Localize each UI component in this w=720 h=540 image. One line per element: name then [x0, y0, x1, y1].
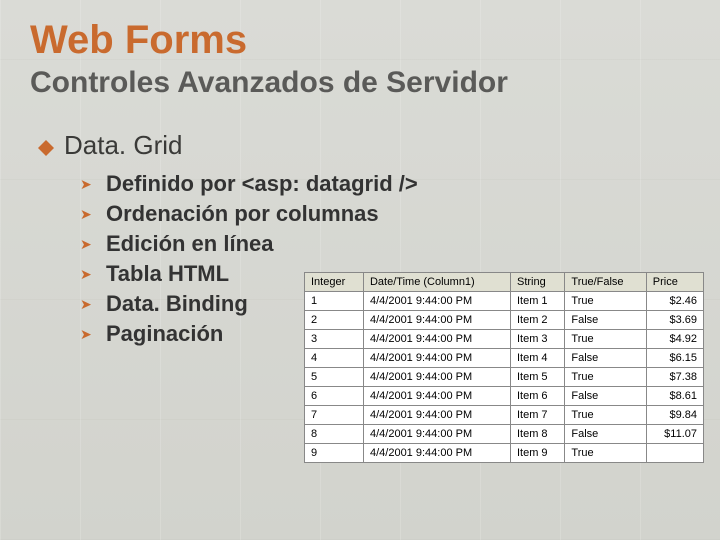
- table-cell: 4/4/2001 9:44:00 PM: [363, 444, 510, 463]
- diamond-bullet-icon: [38, 132, 54, 148]
- table-cell: 4: [305, 349, 364, 368]
- table-cell: $4.92: [646, 330, 703, 349]
- bullet-text: Definido por <asp: datagrid />: [106, 171, 418, 197]
- table-cell: 2: [305, 311, 364, 330]
- table-cell: $11.07: [646, 425, 703, 444]
- table-cell: False: [565, 349, 646, 368]
- section-row: Data. Grid: [38, 130, 690, 161]
- table-cell: Item 4: [510, 349, 564, 368]
- table-row: 64/4/2001 9:44:00 PMItem 6False$8.61: [305, 387, 704, 406]
- table-row: 24/4/2001 9:44:00 PMItem 2False$3.69: [305, 311, 704, 330]
- table-cell: 4/4/2001 9:44:00 PM: [363, 311, 510, 330]
- table-row: 14/4/2001 9:44:00 PMItem 1True$2.46: [305, 292, 704, 311]
- table-row: 84/4/2001 9:44:00 PMItem 8False$11.07: [305, 425, 704, 444]
- table-cell: Item 5: [510, 368, 564, 387]
- table-row: 54/4/2001 9:44:00 PMItem 5True$7.38: [305, 368, 704, 387]
- datagrid-example: Integer Date/Time (Column1) String True/…: [304, 272, 704, 463]
- table-cell: False: [565, 311, 646, 330]
- col-bool: True/False: [565, 273, 646, 292]
- bullet-text: Tabla HTML: [106, 261, 229, 287]
- slide-title: Web Forms: [30, 18, 690, 62]
- table-cell: 4/4/2001 9:44:00 PM: [363, 292, 510, 311]
- list-item: ➤ Ordenación por columnas: [80, 201, 690, 227]
- table-cell: $9.84: [646, 406, 703, 425]
- table-cell: 6: [305, 387, 364, 406]
- table-cell: 4/4/2001 9:44:00 PM: [363, 330, 510, 349]
- datagrid-table: Integer Date/Time (Column1) String True/…: [304, 272, 704, 463]
- table-cell: 1: [305, 292, 364, 311]
- table-cell: 4/4/2001 9:44:00 PM: [363, 368, 510, 387]
- table-cell: 4/4/2001 9:44:00 PM: [363, 349, 510, 368]
- col-price: Price: [646, 273, 703, 292]
- table-cell: True: [565, 406, 646, 425]
- table-cell: True: [565, 444, 646, 463]
- table-cell: 4/4/2001 9:44:00 PM: [363, 425, 510, 444]
- bullet-text: Ordenación por columnas: [106, 201, 379, 227]
- section-label: Data. Grid: [64, 130, 183, 161]
- col-datetime: Date/Time (Column1): [363, 273, 510, 292]
- table-cell: 4/4/2001 9:44:00 PM: [363, 406, 510, 425]
- table-cell: Item 9: [510, 444, 564, 463]
- table-cell: $3.69: [646, 311, 703, 330]
- table-cell: $8.61: [646, 387, 703, 406]
- table-cell: $6.15: [646, 349, 703, 368]
- table-row: 94/4/2001 9:44:00 PMItem 9True: [305, 444, 704, 463]
- arrow-icon: ➤: [80, 176, 94, 193]
- table-cell: Item 6: [510, 387, 564, 406]
- col-integer: Integer: [305, 273, 364, 292]
- table-row: 44/4/2001 9:44:00 PMItem 4False$6.15: [305, 349, 704, 368]
- table-cell: Item 3: [510, 330, 564, 349]
- list-item: ➤ Edición en línea: [80, 231, 690, 257]
- table-cell: True: [565, 330, 646, 349]
- arrow-icon: ➤: [80, 296, 94, 313]
- arrow-icon: ➤: [80, 266, 94, 283]
- table-cell: Item 1: [510, 292, 564, 311]
- table-cell: False: [565, 387, 646, 406]
- bullet-text: Data. Binding: [106, 291, 248, 317]
- arrow-icon: ➤: [80, 326, 94, 343]
- table-row: 74/4/2001 9:44:00 PMItem 7True$9.84: [305, 406, 704, 425]
- arrow-icon: ➤: [80, 236, 94, 253]
- table-row: 34/4/2001 9:44:00 PMItem 3True$4.92: [305, 330, 704, 349]
- arrow-icon: ➤: [80, 206, 94, 223]
- list-item: ➤ Definido por <asp: datagrid />: [80, 171, 690, 197]
- table-cell: True: [565, 368, 646, 387]
- table-header-row: Integer Date/Time (Column1) String True/…: [305, 273, 704, 292]
- table-cell: 9: [305, 444, 364, 463]
- table-cell: 7: [305, 406, 364, 425]
- bullet-text: Edición en línea: [106, 231, 273, 257]
- table-cell: False: [565, 425, 646, 444]
- table-cell: 8: [305, 425, 364, 444]
- slide-subtitle: Controles Avanzados de Servidor: [30, 66, 690, 100]
- bullet-text: Paginación: [106, 321, 223, 347]
- table-cell: 3: [305, 330, 364, 349]
- table-cell: Item 7: [510, 406, 564, 425]
- table-cell: Item 8: [510, 425, 564, 444]
- table-cell: Item 2: [510, 311, 564, 330]
- table-cell: [646, 444, 703, 463]
- table-cell: 5: [305, 368, 364, 387]
- table-cell: $7.38: [646, 368, 703, 387]
- table-cell: $2.46: [646, 292, 703, 311]
- col-string: String: [510, 273, 564, 292]
- table-cell: True: [565, 292, 646, 311]
- table-cell: 4/4/2001 9:44:00 PM: [363, 387, 510, 406]
